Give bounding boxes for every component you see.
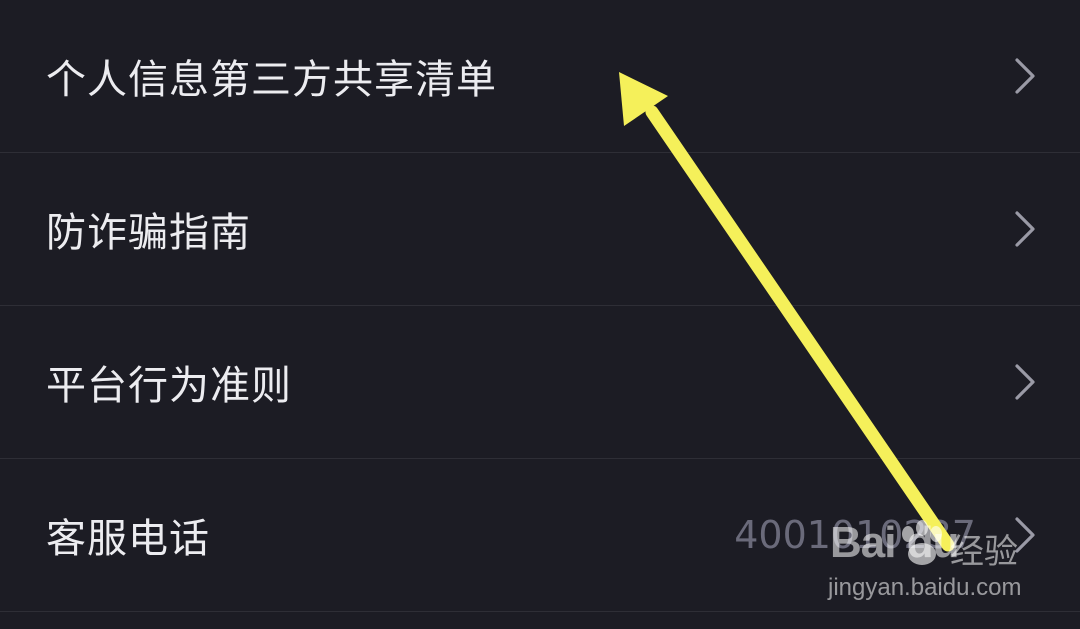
chevron-right-icon [1014,57,1036,95]
list-item-anti-fraud-guide[interactable]: 防诈骗指南 [0,153,1080,306]
settings-list: 个人信息第三方共享清单 防诈骗指南 平台行为准则 客服电话 4001010237 [0,0,1080,612]
chevron-right-icon [1014,210,1036,248]
list-item-label: 客服电话 [46,516,210,562]
list-item-label: 个人信息第三方共享清单 [46,57,497,103]
list-item-third-party-sharing[interactable]: 个人信息第三方共享清单 [0,0,1080,153]
list-item-customer-service-phone[interactable]: 客服电话 4001010237 [0,459,1080,612]
chevron-right-icon [1014,516,1036,554]
list-item-platform-rules[interactable]: 平台行为准则 [0,306,1080,459]
phone-number-value: 4001010237 [734,513,976,557]
list-item-label: 平台行为准则 [46,363,292,409]
list-item-label: 防诈骗指南 [46,210,251,256]
chevron-right-icon [1014,363,1036,401]
